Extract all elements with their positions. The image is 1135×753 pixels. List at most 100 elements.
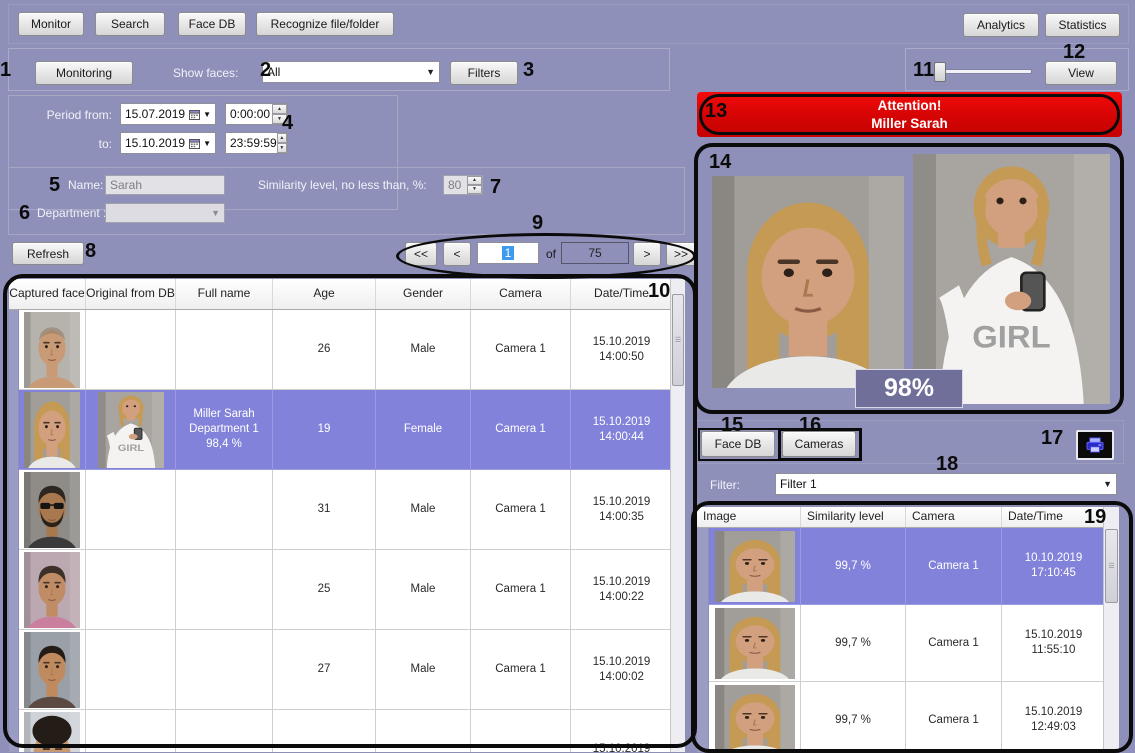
main-table-column-header[interactable]: Captured face (9, 279, 86, 309)
annotation-number-9: 9 (532, 212, 544, 234)
monitoring-button[interactable]: Monitoring (35, 61, 133, 85)
match-image-cell (709, 682, 801, 752)
monitor-tab-button[interactable]: Monitor (18, 12, 84, 36)
period-to-time-field[interactable]: 23:59:59 ▲ ▼ (225, 132, 288, 154)
page-next-label: > (643, 247, 651, 261)
filters-label: Filters (467, 66, 501, 80)
datetime-cell: 15.10.2019 14:00:50 (571, 310, 673, 390)
monitor-tab-label: Monitor (30, 17, 71, 31)
name-value: Sarah (110, 178, 143, 192)
row-header-strip (9, 710, 19, 752)
annotation-number-17: 17 (1041, 427, 1064, 449)
similarity-spinner[interactable]: ▲ ▼ (467, 176, 482, 194)
captured-face-row[interactable]: 31 Male Camera 1 15.10.2019 14:00:35 (9, 470, 685, 550)
chevron-down-icon[interactable]: ▼ (203, 139, 211, 148)
main-table-column-header[interactable]: Original from DB (86, 279, 176, 309)
filters-button[interactable]: Filters (450, 61, 518, 85)
statistics-label: Statistics (1058, 18, 1107, 32)
time-spinner[interactable]: ▲ ▼ (276, 133, 287, 153)
page-last-button[interactable]: >> (666, 242, 696, 266)
period-from-label: Period from: (46, 108, 112, 122)
camera-cell (471, 710, 571, 752)
datetime-cell: 15.10.2019 14:00:22 (571, 550, 673, 630)
match-camera-cell: Camera 1 (906, 605, 1002, 682)
similarity-label: Similarity level, no less than, %: (258, 178, 427, 192)
recognize-file-folder-button[interactable]: Recognize file/folder (256, 12, 394, 36)
page-of-label: of (546, 247, 557, 261)
page-number-field[interactable]: 1 (477, 242, 539, 264)
annotation-number-10: 10 (648, 280, 671, 302)
period-to-date-field[interactable]: 15.10.2019 ▼ (120, 132, 216, 154)
print-button[interactable] (1076, 430, 1114, 460)
captured-face-row[interactable]: 26 Male Camera 1 15.10.2019 14:00:50 (9, 310, 685, 390)
period-from-time-value: 0:00:00 (230, 107, 271, 121)
main-table-scrollbar-thumb[interactable]: ☰ (672, 294, 684, 386)
spin-down-icon[interactable]: ▼ (276, 143, 287, 153)
similarity-field[interactable]: 80 ▲ ▼ (443, 175, 483, 195)
match-camera-cell: Camera 1 (906, 682, 1002, 752)
statistics-button[interactable]: Statistics (1045, 13, 1120, 37)
camera-cell: Camera 1 (471, 630, 571, 710)
full-name-cell (176, 310, 273, 390)
matches-table-column-header[interactable]: Image (697, 507, 801, 527)
match-datetime-cell: 15.10.2019 11:55:10 (1002, 605, 1106, 682)
main-table-column-header[interactable]: Gender (376, 279, 471, 309)
main-table-column-header[interactable]: Camera (471, 279, 571, 309)
calendar-icon[interactable] (189, 109, 201, 120)
period-to-date-value: 15.10.2019 (125, 136, 186, 150)
filter-dropdown[interactable]: Filter 1 ▼ (775, 473, 1117, 495)
captured-face-row[interactable]: 15.10.2019 (9, 710, 685, 752)
main-table-column-header[interactable]: Age (273, 279, 376, 309)
match-row[interactable]: 99,7 % Camera 1 15.10.2019 11:55:10 (697, 605, 1119, 682)
match-datetime-cell: 15.10.2019 12:49:03 (1002, 682, 1106, 752)
annotation-number-3: 3 (523, 59, 535, 81)
facedb-tab-button[interactable]: Face DB (178, 12, 246, 36)
annotation-number-14: 14 (709, 151, 732, 173)
match-row[interactable]: 99,7 % Camera 1 10.10.2019 17:10:45 (697, 528, 1119, 605)
main-table-scrollbar[interactable]: ☰ (670, 279, 685, 752)
zoom-slider-thumb[interactable] (934, 62, 946, 82)
matches-table-column-header[interactable]: Camera (906, 507, 1002, 527)
page-next-button[interactable]: > (633, 242, 661, 266)
match-similarity-cell: 99,7 % (801, 682, 906, 752)
refresh-button[interactable]: Refresh (12, 242, 84, 265)
database-face-photo: GIRL (913, 154, 1110, 404)
department-dropdown[interactable]: ▼ (105, 203, 225, 223)
search-tab-button[interactable]: Search (95, 12, 165, 36)
full-name-cell (176, 550, 273, 630)
page-prev-button[interactable]: < (443, 242, 471, 266)
similarity-value: 80 (448, 178, 462, 192)
chevron-down-icon: ▼ (211, 208, 220, 218)
printer-icon (1086, 437, 1104, 453)
captured-face-row[interactable]: 27 Male Camera 1 15.10.2019 14:00:02 (9, 630, 685, 710)
period-to-time-value: 23:59:59 (230, 136, 277, 150)
period-from-time-field[interactable]: 0:00:00 ▲ ▼ (225, 103, 288, 125)
full-name-cell: Miller Sarah Department 1 98,4 % (176, 390, 273, 470)
captured-face-row[interactable]: GIRL Miller Sarah Department 1 98,4 % 19 Fema… (9, 390, 685, 470)
analytics-button[interactable]: Analytics (963, 13, 1039, 37)
captured-faces-table: Captured face Original from DB Full name Ag… (8, 278, 686, 753)
matches-table-column-header[interactable]: Similarity level (801, 507, 906, 527)
spin-down-icon[interactable]: ▼ (467, 185, 482, 194)
view-button[interactable]: View (1045, 61, 1117, 85)
period-from-date-field[interactable]: 15.07.2019 ▼ (120, 103, 216, 125)
match-image-cell (709, 605, 801, 682)
match-row[interactable]: 99,7 % Camera 1 15.10.2019 12:49:03 (697, 682, 1119, 752)
gender-cell: Female (376, 390, 471, 470)
matches-table-scrollbar-thumb[interactable]: ☰ (1105, 529, 1118, 603)
chevron-down-icon[interactable]: ▼ (203, 110, 211, 119)
spin-up-icon[interactable]: ▲ (467, 176, 482, 185)
name-field[interactable]: Sarah (105, 175, 225, 195)
zoom-slider-track[interactable] (940, 69, 1032, 74)
page-first-button[interactable]: << (405, 242, 437, 266)
captured-face-cell (19, 390, 86, 470)
main-table-column-header[interactable]: Full name (176, 279, 273, 309)
page-number-value: 1 (501, 246, 515, 260)
calendar-icon[interactable] (189, 138, 201, 149)
original-from-db-cell: GIRL (86, 390, 176, 470)
row-header-strip (9, 550, 19, 630)
show-faces-dropdown[interactable]: All ▼ (262, 61, 440, 83)
matches-table-scrollbar[interactable]: ☰ (1103, 507, 1119, 752)
datetime-cell: 15.10.2019 14:00:44 (571, 390, 673, 470)
captured-face-row[interactable]: 25 Male Camera 1 15.10.2019 14:00:22 (9, 550, 685, 630)
